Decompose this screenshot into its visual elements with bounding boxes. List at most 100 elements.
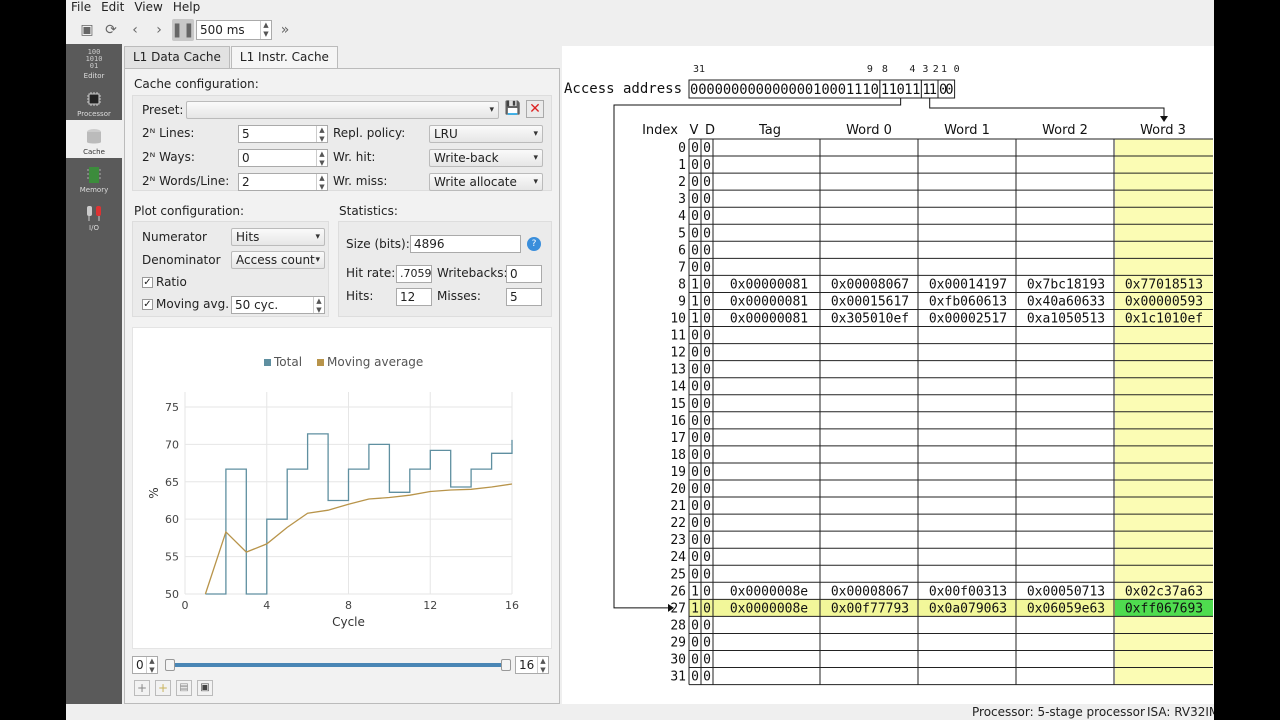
sidebar-item-editor[interactable]: 100 1010 01 Editor [66,44,122,82]
menu-view[interactable]: View [129,0,167,16]
numerator-combo[interactable]: Hits [231,228,325,246]
hit-rate-chart: 0 4 8 12 16 50 55 60 65 70 75 Cycle% Total Moving ave… [147,355,519,629]
plot-config-title: Plot configuration: [134,204,245,218]
valid-cell: 1 [691,584,699,599]
wr-miss-combo[interactable]: Write allocate [429,173,543,191]
range-slider-track[interactable] [167,663,505,667]
valid-cell: 0 [691,329,699,344]
index-cell: 14 [670,380,686,395]
valid-cell: 0 [691,618,699,633]
sidebar-item-memory[interactable]: Memory [66,158,122,196]
cache-config-title: Cache configuration: [134,77,259,91]
bit-position-label: 0 [954,64,960,75]
lines-label: 2ᴺ Lines: [142,126,195,140]
valid-cell: 0 [691,175,699,190]
dirty-cell: 0 [703,363,711,378]
wr-miss-label: Wr. miss: [333,174,388,188]
menu-edit[interactable]: Edit [96,0,129,16]
menu-file[interactable]: File [66,0,96,16]
table-header: Index [642,123,678,138]
dirty-cell: 0 [703,209,711,224]
ratio-checkbox[interactable]: ✓ [142,277,153,288]
crosshair-icon[interactable]: + [134,680,150,696]
index-cell: 12 [670,346,686,361]
step-forward-icon[interactable]: › [148,19,170,41]
dirty-cell: 0 [703,277,711,292]
repl-policy-combo[interactable]: LRU [429,125,543,143]
spin-arrows-icon[interactable]: ▲ ▼ [537,657,548,673]
cache-cell: 0x0000008e [730,584,808,599]
sidebar-item-processor[interactable]: Processor [66,82,122,120]
menu-help[interactable]: Help [168,0,205,16]
status-isa: ISA: RV32IM [1147,705,1214,719]
speed-spinbox[interactable]: 500 ms ▲ ▼ [196,20,272,40]
range-max-spinbox[interactable]: 16 ▲ ▼ [515,656,549,674]
spin-arrows-icon[interactable]: ▲ ▼ [316,150,327,166]
index-cell: 9 [678,294,686,309]
io-led-icon [87,206,101,221]
cache-cell: 0x40a60633 [1027,294,1105,309]
save-plot-icon[interactable]: ▣ [197,680,213,696]
reset-icon[interactable]: ⟳ [100,19,122,41]
sidebar-item-io[interactable]: I/O [66,196,122,234]
dirty-cell: 0 [703,499,711,514]
marker-crosshair-icon[interactable]: + [155,680,171,696]
bit-position-label: 8 [882,64,888,75]
offset-bits: 00 [939,82,954,98]
words-label: 2ᴺ Words/Line: [142,174,230,188]
valid-cell: 0 [691,209,699,224]
wr-hit-combo[interactable]: Write-back [429,149,543,167]
spin-arrows-icon[interactable]: ▲ ▼ [316,174,327,190]
tab-l1-instr-cache[interactable]: L1 Instr. Cache [230,46,338,68]
tab-l1-data-cache[interactable]: L1 Data Cache [124,46,230,68]
valid-cell: 0 [691,567,699,582]
step-back-icon[interactable]: ‹ [124,19,146,41]
moving-avg-checkbox[interactable]: ✓ [142,299,153,310]
memory-icon [87,167,101,183]
dirty-cell: 0 [703,618,711,633]
status-processor: Processor: 5-stage processor [972,705,1145,719]
y-tick-label: 65 [165,476,179,489]
spin-arrows-icon[interactable]: ▲ ▼ [146,657,157,673]
index-cell: 16 [670,414,686,429]
save-preset-icon[interactable]: 💾 [504,101,522,119]
cache-cell: 0x00008067 [831,277,909,292]
spin-arrows-icon[interactable]: ▲ ▼ [313,297,324,313]
ways-spinbox[interactable]: 0 ▲ ▼ [238,149,328,167]
table-header: Word 3 [1140,123,1186,138]
fast-forward-icon[interactable]: » [274,19,296,41]
lines-value: 5 [242,127,250,141]
dirty-cell: 0 [703,431,711,446]
index-cell: 19 [670,465,686,480]
x-tick-label: 8 [345,599,352,612]
sidebar-item-cache[interactable]: Cache [66,120,122,158]
copy-icon[interactable]: ▤ [176,680,192,696]
moving-avg-spinbox[interactable]: 50 cyc. ▲ ▼ [231,296,325,314]
index-cell: 7 [678,260,686,275]
toolbar: ▣ ⟳ ‹ › ❚❚ 500 ms ▲ ▼ » [66,16,1214,44]
preset-combo[interactable] [186,101,499,119]
denominator-label: Denominator [142,253,221,267]
index-cell: 6 [678,243,686,258]
spin-arrows-icon[interactable]: ▲ ▼ [260,21,271,39]
denominator-combo[interactable]: Access count [231,251,325,269]
info-icon[interactable]: ? [527,237,541,251]
lines-spinbox[interactable]: 5 ▲ ▼ [238,125,328,143]
dirty-cell: 0 [703,380,711,395]
pause-icon[interactable]: ❚❚ [171,19,195,41]
index-cell: 15 [670,397,686,412]
spin-arrows-icon[interactable]: ▲ ▼ [316,126,327,142]
range-slider-min-handle[interactable] [165,659,175,671]
valid-cell: 0 [691,499,699,514]
delete-preset-icon[interactable]: ✕ [526,100,544,118]
numerator-value: Hits [236,230,260,244]
sidebar: 100 1010 01 Editor Processor Cache Memor… [66,44,122,720]
table-header: Tag [758,123,781,138]
select-processor-icon[interactable]: ▣ [76,19,98,41]
range-min-spinbox[interactable]: 0 ▲ ▼ [132,656,158,674]
range-slider-max-handle[interactable] [501,659,511,671]
cache-cell: 0xfb060613 [929,294,1007,309]
words-spinbox[interactable]: 2 ▲ ▼ [238,173,328,191]
index-cell: 28 [670,618,686,633]
index-cell: 1 [678,158,686,173]
